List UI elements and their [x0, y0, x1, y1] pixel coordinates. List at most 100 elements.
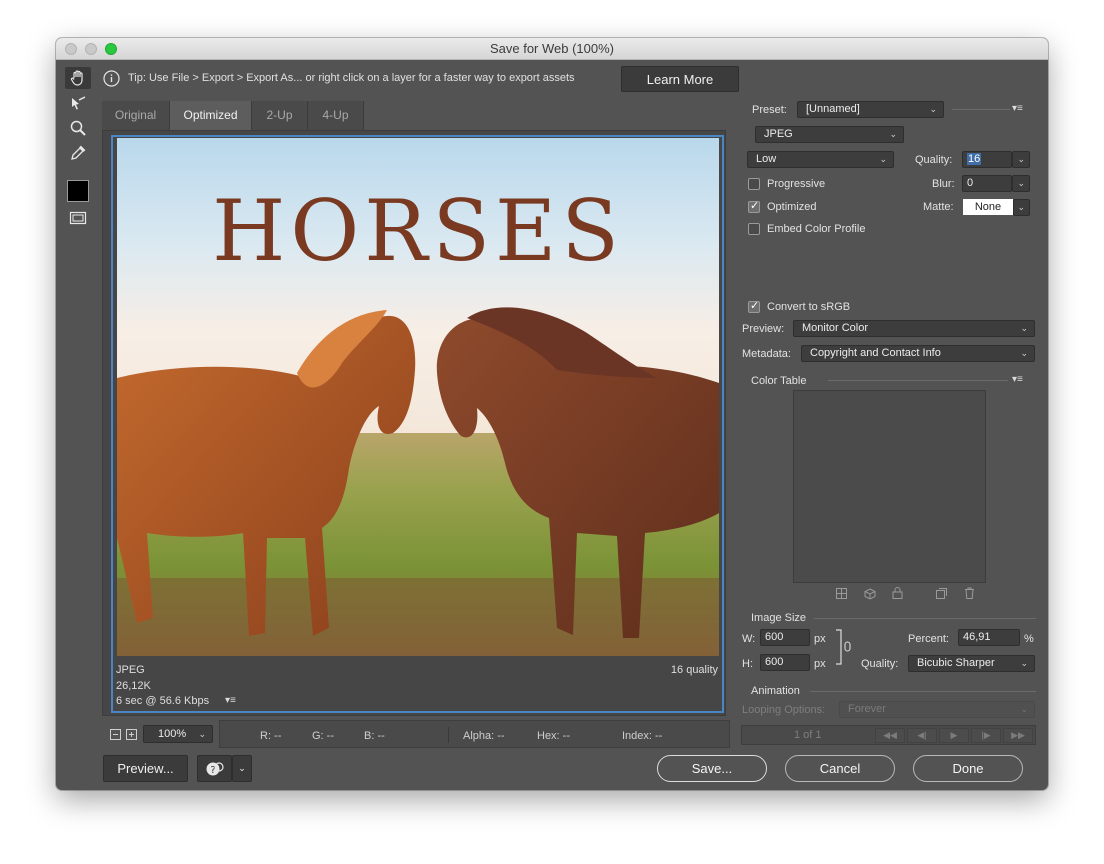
animation-controls: 1 of 1 ◀◀ ◀| ▶ |▶ ▶▶ [741, 725, 1036, 745]
download-time-text: 6 sec @ 56.6 Kbps [116, 695, 210, 707]
horses-photo: HORSES [117, 138, 719, 656]
compression-quality-value: Low [756, 153, 777, 165]
chevron-down-icon: ⌄ [1017, 178, 1025, 188]
optimized-checkbox[interactable] [748, 199, 760, 213]
color-table-menu-icon[interactable]: ▾≡ [1012, 374, 1023, 385]
constrain-proportions-link-icon[interactable] [834, 628, 858, 666]
hand-icon [70, 70, 83, 86]
browser-list-dropdown[interactable]: ⌄ [232, 755, 252, 782]
browser-preview-button[interactable]: ? [197, 755, 232, 782]
embed-color-profile-checkbox[interactable] [748, 223, 760, 235]
matte-swatch[interactable]: None [963, 199, 1013, 215]
slice-select-tool-button[interactable] [65, 93, 91, 115]
zoom-icon [70, 120, 86, 136]
web-snap-icon[interactable] [836, 588, 847, 599]
divider [952, 109, 1010, 110]
minus-icon [113, 734, 118, 735]
last-frame-button[interactable]: ▶▶ [1003, 728, 1033, 743]
embed-color-profile-label: Embed Color Profile [767, 223, 866, 235]
quality-value: 16 [967, 153, 982, 165]
resample-quality-dropdown[interactable]: Bicubic Sharper ⌄ [908, 655, 1035, 672]
slice-select-icon [72, 96, 86, 110]
window-title: Save for Web (100%) [489, 41, 615, 56]
file-format-dropdown[interactable]: JPEG ⌄ [755, 126, 904, 143]
matte-dropdown[interactable]: ⌄ [1013, 199, 1030, 216]
color-table-label: Color Table [751, 375, 807, 387]
convert-srgb-checkbox[interactable] [748, 299, 760, 313]
chevron-down-icon: ⌄ [929, 104, 937, 114]
new-color-icon[interactable] [936, 588, 947, 599]
progressive-label: Progressive [767, 178, 826, 190]
done-button[interactable]: Done [913, 755, 1023, 782]
tip-text: Tip: Use File > Export > Export As... or… [128, 72, 575, 84]
save-button[interactable]: Save... [657, 755, 767, 782]
eyedropper-color-swatch[interactable] [67, 180, 89, 202]
learn-more-button[interactable]: Learn More [621, 66, 739, 92]
zoom-window-button[interactable] [105, 43, 117, 55]
metadata-label: Metadata: [742, 348, 791, 360]
toggle-slices-visibility-button[interactable] [65, 207, 91, 229]
blur-input[interactable]: 0 [962, 175, 1012, 192]
divider [814, 618, 1036, 619]
preset-dropdown[interactable]: [Unnamed] ⌄ [797, 101, 944, 118]
width-unit: px [814, 633, 826, 645]
next-frame-button[interactable]: |▶ [971, 728, 1001, 743]
quality-slider-button[interactable]: ⌄ [1012, 151, 1030, 168]
zoom-out-button[interactable] [110, 729, 121, 740]
download-rate-menu-icon[interactable]: ▾≡ [225, 695, 236, 706]
zoom-tool-button[interactable] [65, 117, 91, 139]
blur-slider-button[interactable]: ⌄ [1012, 175, 1030, 192]
pixel-info-field: R: -- G: -- B: -- Alpha: -- Hex: -- Inde… [219, 720, 730, 748]
trash-icon[interactable] [964, 587, 975, 599]
zoom-in-button[interactable] [126, 729, 137, 740]
tab-original[interactable]: Original [102, 101, 170, 130]
height-unit: px [814, 658, 826, 670]
zoom-level-dropdown[interactable]: 100% ⌄ [143, 725, 213, 743]
chevron-down-icon: ⌄ [1017, 202, 1025, 212]
optimize-menu-icon[interactable]: ▾≡ [1012, 103, 1023, 114]
preset-value: [Unnamed] [806, 103, 860, 115]
hand-tool-button[interactable] [65, 67, 91, 89]
width-input[interactable]: 600 [760, 629, 810, 646]
eyedropper-icon [71, 145, 86, 160]
divider [448, 727, 449, 743]
tip-bar: Tip: Use File > Export > Export As... or… [100, 62, 1048, 96]
title-bar: Save for Web (100%) [56, 38, 1048, 60]
hex-value: Hex: -- [537, 730, 570, 742]
height-input[interactable]: 600 [760, 654, 810, 671]
progressive-checkbox[interactable] [748, 178, 760, 190]
percent-input[interactable]: 46,91 [958, 629, 1020, 646]
cube-icon[interactable] [864, 588, 876, 600]
tab-2-up[interactable]: 2-Up [252, 101, 308, 130]
lock-icon[interactable] [892, 587, 903, 599]
divider [828, 380, 1008, 381]
percent-value: 46,91 [963, 631, 991, 643]
minimize-window-button[interactable] [85, 43, 97, 55]
metadata-dropdown[interactable]: Copyright and Contact Info ⌄ [801, 345, 1035, 362]
width-label: W: [742, 633, 756, 645]
preview-color-dropdown[interactable]: Monitor Color ⌄ [793, 320, 1035, 337]
quality-label: Quality: [915, 154, 953, 166]
chevron-down-icon: ⌄ [1020, 658, 1028, 668]
cancel-button[interactable]: Cancel [785, 755, 895, 782]
previous-frame-button[interactable]: ◀| [907, 728, 937, 743]
preview-button[interactable]: Preview... [103, 755, 188, 782]
chevron-down-icon: ⌄ [198, 729, 206, 739]
close-window-button[interactable] [65, 43, 77, 55]
optimized-preview-frame[interactable]: HORSES JPEG 26,12K 6 sec @ 56.6 Kbps ▾≡ … [111, 135, 724, 713]
compression-quality-dropdown[interactable]: Low ⌄ [747, 151, 894, 168]
looping-options-dropdown[interactable]: Forever ⌄ [839, 701, 1035, 718]
tab-optimized[interactable]: Optimized [170, 101, 252, 130]
chevron-down-icon: ⌄ [1020, 323, 1028, 333]
eyedropper-tool-button[interactable] [65, 142, 91, 164]
blue-value: B: -- [364, 730, 385, 742]
first-frame-button[interactable]: ◀◀ [875, 728, 905, 743]
blur-value: 0 [967, 177, 974, 189]
play-button[interactable]: ▶ [939, 728, 969, 743]
color-table[interactable] [793, 390, 986, 583]
image-title-text: HORSES [212, 182, 624, 280]
image-size-label: Image Size [751, 612, 807, 624]
tab-4-up[interactable]: 4-Up [308, 101, 364, 130]
resample-quality-label: Quality: [861, 658, 899, 670]
quality-input[interactable]: 16 [962, 151, 1012, 168]
